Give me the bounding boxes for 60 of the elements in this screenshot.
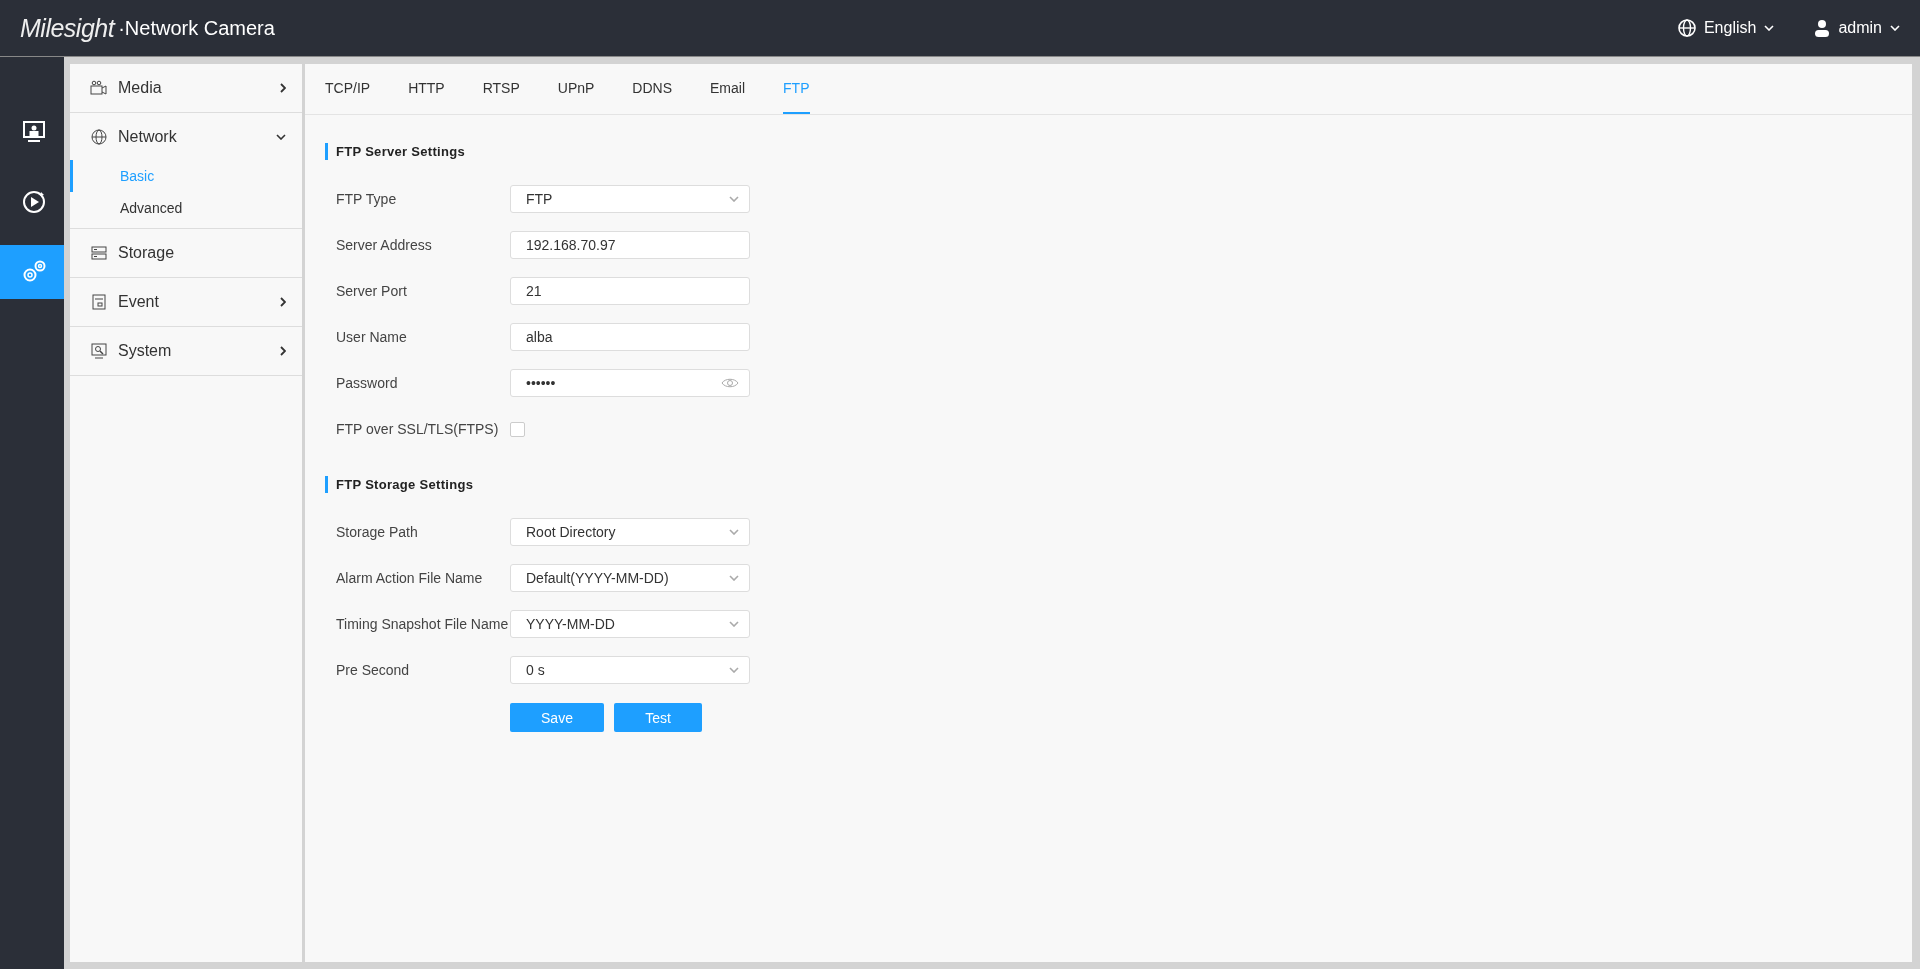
tab[interactable]: RTSP [482, 64, 539, 114]
tab[interactable]: TCP/IP [325, 64, 390, 114]
field-label: Timing Snapshot File Name [335, 616, 510, 632]
language-menu[interactable]: English [1677, 19, 1775, 37]
field-label: Pre Second [335, 662, 411, 678]
chevron-right-icon [280, 297, 286, 307]
dropdown[interactable]: FTP [510, 185, 750, 213]
dropdown[interactable]: Root Directory [510, 518, 750, 546]
field-label: FTP Type [335, 191, 398, 207]
field-label: User Name [335, 329, 408, 345]
chevron-down-icon [276, 134, 286, 140]
globe-icon [1677, 19, 1696, 37]
password-field[interactable]: •••••• [510, 369, 750, 397]
input-field[interactable]: alba [510, 323, 750, 351]
menu-item[interactable]: Event [70, 278, 302, 327]
user-icon [1814, 19, 1831, 37]
caret-icon [729, 575, 739, 581]
menu-item[interactable]: Media [70, 64, 302, 113]
chevron-right-icon [280, 83, 286, 93]
input-field[interactable]: 192.168.70.97 [510, 231, 750, 259]
user-menu[interactable]: admin [1814, 19, 1900, 37]
field-label: Server Port [335, 283, 408, 299]
section-title: FTP Server Settings [325, 143, 1912, 160]
playback-icon [23, 191, 45, 213]
menu-item[interactable]: Storage [70, 229, 302, 278]
camera-icon [90, 80, 108, 96]
product-title: ·Network Camera [118, 16, 275, 40]
tab[interactable]: DDNS [632, 64, 692, 114]
gears-icon [23, 260, 46, 282]
dropdown[interactable]: 0 s [510, 656, 750, 684]
field-label: Server Address [335, 237, 433, 253]
tab[interactable]: Email [710, 64, 765, 114]
section-title: FTP Storage Settings [325, 476, 1912, 493]
caret-icon [1890, 25, 1900, 31]
system-tools-icon [90, 343, 108, 359]
caret-icon [729, 529, 739, 535]
dropdown[interactable]: YYYY-MM-DD [510, 610, 750, 638]
tab[interactable]: HTTP [408, 64, 464, 114]
brand-logo: Milesight [20, 13, 115, 43]
chevron-right-icon [280, 346, 286, 356]
checkbox[interactable] [510, 421, 525, 437]
field-label: FTP over SSL/TLS(FTPS) [335, 421, 500, 437]
menu-item[interactable]: System [70, 327, 302, 376]
caret-icon [729, 667, 739, 673]
eye-icon[interactable] [721, 377, 739, 389]
globe-icon [90, 129, 108, 145]
field-label: Password [335, 375, 399, 391]
caret-icon [729, 196, 739, 202]
server-icon [90, 246, 108, 260]
field-label: Storage Path [335, 524, 419, 540]
calendar-icon [90, 294, 108, 310]
field-label: Alarm Action File Name [335, 570, 484, 586]
menu-item[interactable]: Network [70, 113, 302, 161]
tab[interactable]: UPnP [557, 64, 614, 114]
caret-icon [1764, 25, 1775, 31]
input-field[interactable]: 21 [510, 277, 750, 305]
monitor-icon [23, 121, 45, 142]
dropdown[interactable]: Default(YYYY-MM-DD) [510, 564, 750, 592]
submenu-item[interactable]: Advanced [70, 192, 302, 224]
caret-icon [729, 621, 739, 627]
